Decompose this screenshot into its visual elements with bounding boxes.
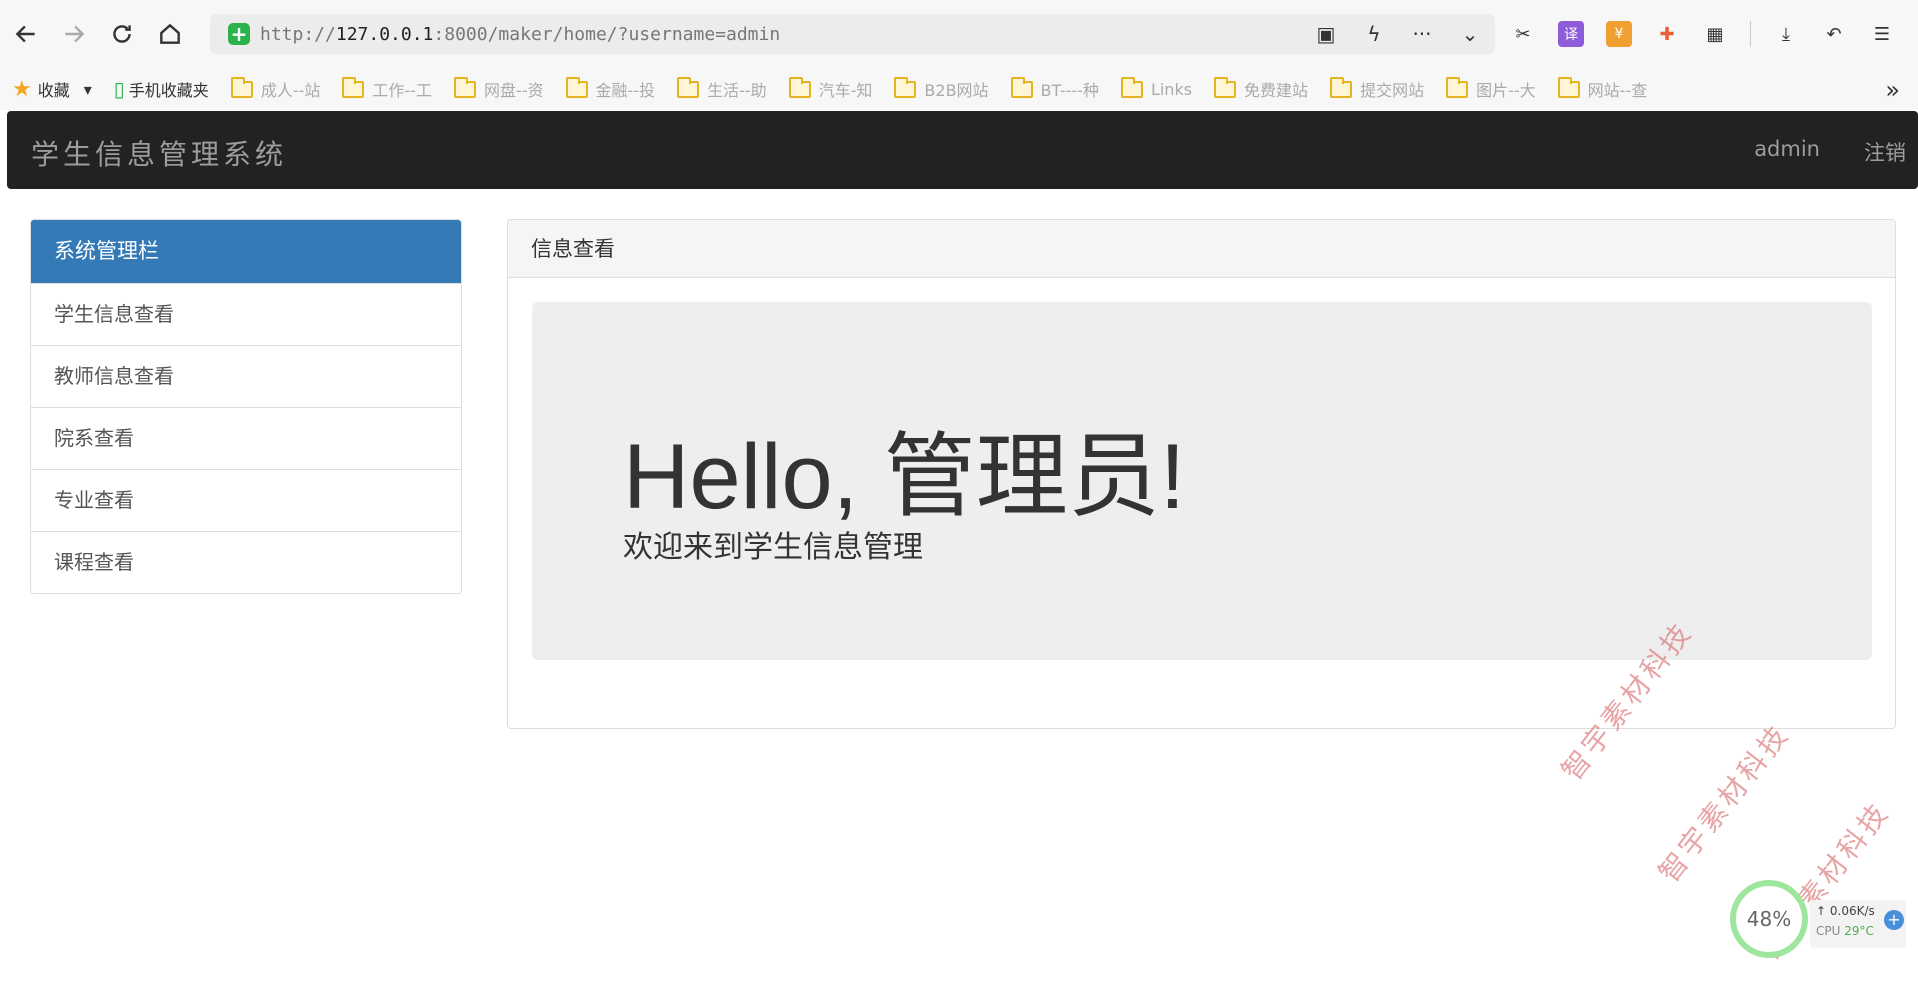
widget-plus-icon[interactable]: + [1884,910,1904,930]
sidebar-item-courses[interactable]: 课程查看 [31,531,461,593]
bookmark-item[interactable]: 网盘--资 [453,76,544,101]
app-brand[interactable]: 学生信息管理系统 [31,133,287,173]
apps-grid-icon[interactable]: ▦ [1702,21,1728,47]
sidebar: 系统管理栏 学生信息查看 教师信息查看 院系查看 专业查看 课程查看 [30,219,462,594]
url-prefix: http:// [260,23,336,45]
bookmark-label: 收藏 [37,81,70,100]
bookmark-item[interactable]: 成人--站 [230,76,321,101]
folder-icon [677,76,700,98]
welcome-jumbotron: Hello, 管理员! 欢迎来到学生信息管理 [532,302,1872,660]
sidebar-item-teachers[interactable]: 教师信息查看 [31,345,461,407]
bookmark-label: BT----种 [1040,81,1099,100]
bookmark-item[interactable]: Links [1120,76,1193,99]
bookmarks-bar: ★ 收藏 ▾ ▯ 手机收藏夹 成人--站 工作--工 网盘--资 金融--投 生活--助 汽车-知 B… [0,68,1918,110]
system-monitor-widget[interactable]: 48% ↑ 0.06K/s CPU 29°C + [1730,880,1908,962]
back-button[interactable] [4,12,48,56]
url-rest: :8000/maker/home/?username=admin [433,23,781,45]
bookmark-item[interactable]: 提交网站 [1330,76,1425,101]
toolbar-separator [1750,21,1751,47]
reload-icon [113,25,131,43]
hero-title: Hello, 管理员! [623,426,1186,528]
translate-icon[interactable]: 译 [1558,21,1584,47]
folder-icon [894,76,917,98]
address-bar[interactable]: + http://127.0.0.1:8000/maker/home/?user… [210,14,1495,54]
download-icon[interactable]: ⤓ [1773,21,1799,47]
more-dots-icon[interactable]: ··· [1409,21,1435,47]
folder-icon [1446,76,1469,98]
bookmark-label: Links [1150,79,1193,99]
nav-user-link[interactable]: admin [1754,137,1820,167]
menu-icon[interactable]: ☰ [1869,21,1895,47]
secure-site-icon: + [228,23,250,45]
bookmark-item[interactable]: 工作--工 [342,76,432,101]
memory-ring: 48% [1730,880,1808,958]
reload-button[interactable] [100,12,144,56]
bookmark-label: 网站--查 [1587,81,1648,100]
bookmark-item[interactable]: 汽车-知 [788,76,873,101]
sidebar-item-departments[interactable]: 院系查看 [31,407,461,469]
url-text[interactable]: http://127.0.0.1:8000/maker/home/?userna… [260,24,780,45]
url-host: 127.0.0.1 [335,23,434,45]
sidebar-item-majors[interactable]: 专业查看 [31,469,461,531]
bookmark-item[interactable]: 网站--查 [1557,76,1648,101]
bookmark-item[interactable]: 图片--大 [1446,76,1536,101]
bookmark-item[interactable]: 金融--投 [565,76,656,101]
bookmark-label: 工作--工 [372,81,432,100]
nav-logout-link[interactable]: 注销 [1864,137,1906,167]
caret-down-icon[interactable]: ▾ [84,80,92,99]
folder-icon [1330,76,1353,98]
bookmark-item[interactable]: ▯ 手机收藏夹 [114,77,209,101]
bookmark-label: 金融--投 [595,81,656,100]
chevron-down-icon[interactable]: ⌄ [1457,21,1483,47]
bookmark-item[interactable]: BT----种 [1010,76,1099,101]
bookmark-label: 手机收藏夹 [128,81,209,100]
arrow-left-icon [15,25,35,43]
bookmark-label: 成人--站 [260,81,321,100]
phone-icon: ▯ [113,77,125,101]
bookmark-item[interactable]: B2B网站 [894,76,989,101]
app-navbar: 学生信息管理系统 admin 注销 [7,111,1918,189]
browser-toolbar: + http://127.0.0.1:8000/maker/home/?user… [0,0,1918,68]
bookmarks-more-button[interactable]: » [1885,76,1900,104]
star-icon: ★ [12,76,32,102]
bookmark-item[interactable]: 生活--助 [677,76,767,101]
folder-icon [1214,76,1237,98]
folder-icon [788,76,811,98]
bookmark-label: 免费建站 [1244,81,1309,100]
folder-icon [453,76,476,98]
bookmark-item[interactable]: 免费建站 [1214,76,1309,101]
folder-icon [1010,76,1033,98]
undo-icon[interactable]: ↶ [1821,21,1847,47]
shield-icon[interactable]: ¥ [1606,21,1632,47]
bookmark-label: 生活--助 [707,81,767,100]
home-icon [160,23,180,44]
bookmark-label: 提交网站 [1360,81,1425,100]
game-icon[interactable]: ✚ [1654,21,1680,47]
panel-title: 信息查看 [508,220,1895,278]
scissors-icon[interactable]: ✂ [1510,21,1536,47]
folder-icon [230,76,253,98]
folder-icon [1557,76,1580,98]
translate-page-icon[interactable]: ▣ [1313,21,1339,47]
folder-icon [1120,76,1143,98]
bookmark-item[interactable]: ★ 收藏 ▾ [12,77,92,102]
arrow-right-icon [65,25,85,43]
watermark-2: 智宇素材科技 [1652,717,1797,889]
sidebar-title[interactable]: 系统管理栏 [31,220,461,283]
sidebar-item-students[interactable]: 学生信息查看 [31,283,461,345]
bookmark-label: 汽车-知 [818,81,873,100]
bookmark-label: 网盘--资 [483,81,544,100]
lightning-icon[interactable]: ϟ [1361,21,1387,47]
bookmark-label: 图片--大 [1476,81,1536,100]
home-button[interactable] [148,12,192,56]
bookmark-label: B2B网站 [924,81,989,100]
folder-icon [342,76,365,98]
forward-button[interactable] [52,12,96,56]
hero-subtitle: 欢迎来到学生信息管理 [623,530,923,565]
folder-icon [565,76,588,98]
